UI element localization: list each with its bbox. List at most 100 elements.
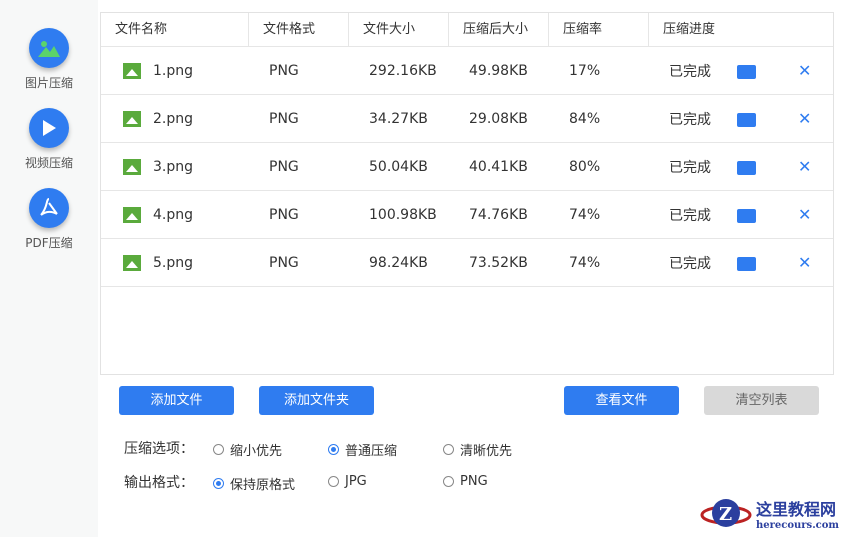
compress-radio[interactable]: 缩小优先 [213, 440, 282, 459]
sidebar-item-pdf[interactable]: PDF压缩 [0, 188, 98, 251]
radio-label: 保持原格式 [230, 478, 296, 493]
logo-icon: Z [700, 499, 752, 527]
radio-icon[interactable] [443, 476, 454, 487]
table-row[interactable]: 3.png PNG 50.04KB 40.41KB 80% 已完成 ✕ [101, 143, 833, 191]
file-size: 50.04KB [369, 158, 428, 175]
header-format: 文件格式 [249, 12, 349, 47]
file-format: PNG [269, 158, 299, 175]
header-name: 文件名称 [101, 12, 249, 47]
compress-rate: 17% [569, 62, 601, 79]
status: 已完成 [669, 159, 711, 176]
file-name-cell: 3.png [101, 158, 249, 175]
status: 已完成 [669, 111, 711, 128]
sidebar: 图片压缩 视频压缩 PDF压缩 [0, 0, 98, 537]
folder-icon[interactable] [737, 160, 756, 175]
folder-icon[interactable] [737, 256, 756, 271]
watermark-title: 这里教程网 [756, 499, 837, 519]
format-radio[interactable]: JPG [328, 474, 367, 489]
file-size: 98.24KB [369, 254, 428, 271]
file-name-cell: 5.png [101, 254, 249, 271]
file-name: 1.png [153, 62, 194, 79]
close-icon[interactable]: ✕ [798, 157, 811, 176]
image-file-icon [123, 110, 141, 127]
pdf-icon [29, 188, 69, 228]
compress-radio[interactable]: 清晰优先 [443, 440, 512, 459]
image-file-icon [123, 62, 141, 79]
radio-icon[interactable] [443, 444, 454, 455]
radio-label: 普通压缩 [345, 444, 398, 459]
status: 已完成 [669, 255, 711, 272]
file-name: 2.png [153, 110, 194, 127]
table-row[interactable]: 2.png PNG 34.27KB 29.08KB 84% 已完成 ✕ [101, 95, 833, 143]
header-progress: 压缩进度 [663, 21, 716, 37]
file-size: 100.98KB [369, 206, 437, 223]
compressed-size: 74.76KB [469, 206, 528, 223]
format-radio[interactable]: PNG [443, 474, 488, 489]
folder-icon[interactable] [737, 64, 756, 79]
play-icon [29, 108, 69, 148]
image-file-icon [123, 158, 141, 175]
file-name: 4.png [153, 206, 194, 223]
output-format-label: 输出格式： [124, 475, 194, 491]
radio-label: PNG [460, 474, 488, 489]
compressed-size: 40.41KB [469, 158, 528, 175]
radio-label: 缩小优先 [230, 444, 283, 459]
compress-rate: 74% [569, 254, 601, 271]
header-rate: 压缩率 [549, 12, 649, 47]
compressed-size: 29.08KB [469, 110, 528, 127]
file-table: 文件名称 文件格式 文件大小 压缩后大小 压缩率 压缩进度 1.png PNG … [100, 12, 834, 375]
compress-rate: 84% [569, 110, 601, 127]
table-row[interactable]: 1.png PNG 292.16KB 49.98KB 17% 已完成 ✕ [101, 47, 833, 95]
status: 已完成 [669, 63, 711, 80]
folder-icon[interactable] [737, 208, 756, 223]
status: 已完成 [669, 207, 711, 224]
sidebar-item-video[interactable]: 视频压缩 [0, 108, 98, 171]
clear-list-button[interactable]: 清空列表 [704, 386, 819, 415]
table-row[interactable]: 5.png PNG 98.24KB 73.52KB 74% 已完成 ✕ [101, 239, 833, 287]
radio-icon[interactable] [213, 444, 224, 455]
file-format: PNG [269, 110, 299, 127]
file-name-cell: 4.png [101, 206, 249, 223]
main-panel: 文件名称 文件格式 文件大小 压缩后大小 压缩率 压缩进度 1.png PNG … [98, 0, 848, 537]
close-icon[interactable]: ✕ [798, 109, 811, 128]
format-radio[interactable]: 保持原格式 [213, 474, 295, 493]
close-icon[interactable]: ✕ [798, 253, 811, 272]
header-size: 文件大小 [349, 12, 449, 47]
compress-radio[interactable]: 普通压缩 [328, 440, 397, 459]
compressed-size: 49.98KB [469, 62, 528, 79]
file-format: PNG [269, 62, 299, 79]
file-name-cell: 1.png [101, 62, 249, 79]
file-name: 5.png [153, 254, 194, 271]
radio-label: 清晰优先 [460, 444, 513, 459]
header-compressed: 压缩后大小 [449, 12, 549, 47]
watermark-url: herecours.com [756, 519, 840, 531]
add-folder-button[interactable]: 添加文件夹 [259, 386, 374, 415]
file-name: 3.png [153, 158, 194, 175]
file-format: PNG [269, 206, 299, 223]
sidebar-item-image[interactable]: 图片压缩 [0, 28, 98, 91]
compressed-size: 73.52KB [469, 254, 528, 271]
watermark-logo: Z 这里教程网 herecours.com [700, 493, 839, 533]
view-files-button[interactable]: 查看文件 [564, 386, 679, 415]
add-file-button[interactable]: 添加文件 [119, 386, 234, 415]
file-size: 34.27KB [369, 110, 428, 127]
radio-icon[interactable] [328, 476, 339, 487]
image-icon [29, 28, 69, 68]
compress-rate: 74% [569, 206, 601, 223]
folder-icon[interactable] [737, 112, 756, 127]
table-header: 文件名称 文件格式 文件大小 压缩后大小 压缩率 压缩进度 [101, 12, 833, 47]
compress-options-label: 压缩选项： [124, 441, 194, 457]
svg-text:Z: Z [719, 504, 732, 525]
table-row[interactable]: 4.png PNG 100.98KB 74.76KB 74% 已完成 ✕ [101, 191, 833, 239]
close-icon[interactable]: ✕ [798, 61, 811, 80]
image-file-icon [123, 254, 141, 271]
radio-icon[interactable] [213, 478, 224, 489]
file-name-cell: 2.png [101, 110, 249, 127]
file-format: PNG [269, 254, 299, 271]
close-icon[interactable]: ✕ [798, 205, 811, 224]
compress-rate: 80% [569, 158, 601, 175]
image-file-icon [123, 206, 141, 223]
file-size: 292.16KB [369, 62, 437, 79]
radio-label: JPG [345, 474, 367, 489]
radio-icon[interactable] [328, 444, 339, 455]
